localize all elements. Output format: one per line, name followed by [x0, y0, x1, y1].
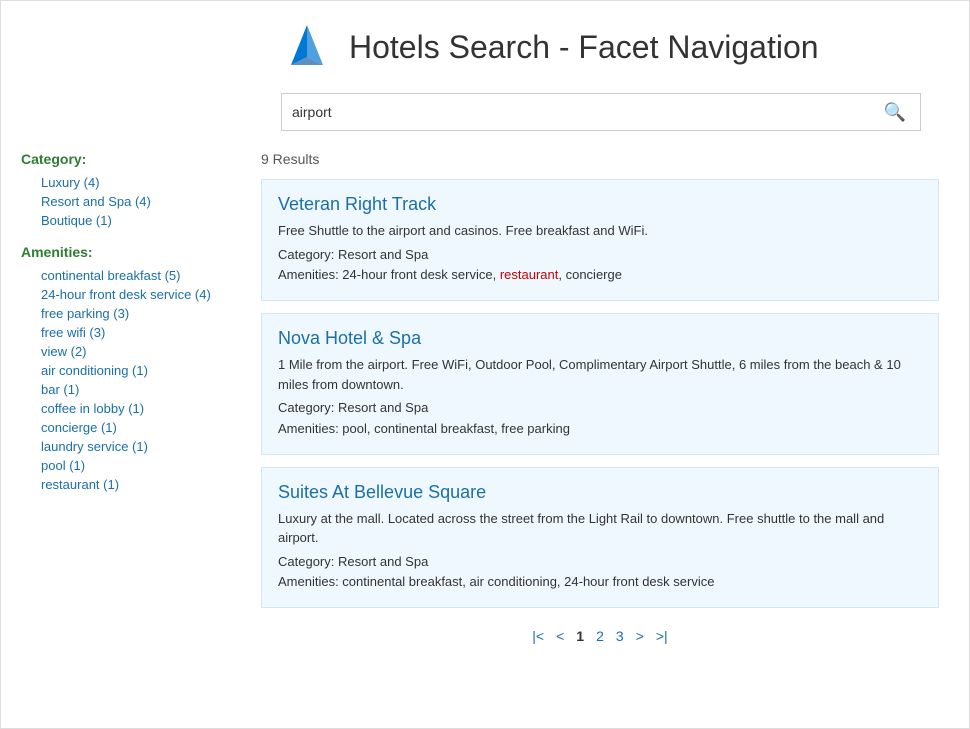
pagination-prev[interactable]: < [556, 628, 564, 644]
pagination-page-3[interactable]: 3 [616, 628, 624, 644]
pagination-page-2[interactable]: 2 [596, 628, 604, 644]
page-container: Hotels Search - Facet Navigation 🔍 Categ… [0, 0, 970, 729]
category-label: Category: [21, 151, 241, 167]
result-amenities-2: Amenities: pool, continental breakfast, … [278, 419, 922, 440]
facet-laundry[interactable]: laundry service (1) [21, 439, 241, 454]
category-section: Category: Luxury (4) Resort and Spa (4) … [21, 151, 241, 228]
result-item: Nova Hotel & Spa 1 Mile from the airport… [261, 313, 939, 455]
facet-pool[interactable]: pool (1) [21, 458, 241, 473]
results-count: 9 Results [261, 151, 939, 167]
facet-concierge[interactable]: concierge (1) [21, 420, 241, 435]
logo-icon [281, 21, 333, 73]
pagination-page-1: 1 [576, 628, 584, 644]
result-amenities-3: Amenities: continental breakfast, air co… [278, 572, 922, 593]
search-area: 🔍 [21, 93, 939, 131]
facet-resort-spa[interactable]: Resort and Spa (4) [21, 194, 241, 209]
result-category-3: Category: Resort and Spa [278, 552, 922, 573]
pagination: |< < 1 2 3 > >| [261, 628, 939, 644]
facet-bar[interactable]: bar (1) [21, 382, 241, 397]
facet-free-wifi[interactable]: free wifi (3) [21, 325, 241, 340]
result-category-2: Category: Resort and Spa [278, 398, 922, 419]
facet-coffee-lobby[interactable]: coffee in lobby (1) [21, 401, 241, 416]
result-desc-1: Free Shuttle to the airport and casinos.… [278, 221, 922, 241]
highlight-restaurant: restaurant [500, 267, 559, 282]
page-title: Hotels Search - Facet Navigation [349, 29, 819, 66]
result-desc-2: 1 Mile from the airport. Free WiFi, Outd… [278, 355, 922, 394]
header: Hotels Search - Facet Navigation [21, 21, 939, 73]
amenities-label: Amenities: [21, 244, 241, 260]
result-category-1: Category: Resort and Spa [278, 245, 922, 266]
result-title-3[interactable]: Suites At Bellevue Square [278, 482, 922, 503]
facet-24hr-front-desk[interactable]: 24-hour front desk service (4) [21, 287, 241, 302]
search-box: 🔍 [281, 93, 921, 131]
facet-air-conditioning[interactable]: air conditioning (1) [21, 363, 241, 378]
result-item: Suites At Bellevue Square Luxury at the … [261, 467, 939, 609]
facet-boutique[interactable]: Boutique (1) [21, 213, 241, 228]
result-item: Veteran Right Track Free Shuttle to the … [261, 179, 939, 301]
search-button[interactable]: 🔍 [880, 102, 910, 123]
facet-free-parking[interactable]: free parking (3) [21, 306, 241, 321]
result-title-1[interactable]: Veteran Right Track [278, 194, 922, 215]
results-area: 9 Results Veteran Right Track Free Shutt… [261, 151, 939, 644]
search-input[interactable] [292, 104, 880, 120]
sidebar: Category: Luxury (4) Resort and Spa (4) … [21, 151, 261, 644]
facet-view[interactable]: view (2) [21, 344, 241, 359]
amenities-section: Amenities: continental breakfast (5) 24-… [21, 244, 241, 492]
pagination-last[interactable]: >| [656, 628, 668, 644]
result-amenities-1: Amenities: 24-hour front desk service, r… [278, 265, 922, 286]
result-desc-3: Luxury at the mall. Located across the s… [278, 509, 922, 548]
result-title-2[interactable]: Nova Hotel & Spa [278, 328, 922, 349]
pagination-first[interactable]: |< [532, 628, 544, 644]
facet-continental-breakfast[interactable]: continental breakfast (5) [21, 268, 241, 283]
pagination-next[interactable]: > [636, 628, 644, 644]
facet-restaurant[interactable]: restaurant (1) [21, 477, 241, 492]
facet-luxury[interactable]: Luxury (4) [21, 175, 241, 190]
main-layout: Category: Luxury (4) Resort and Spa (4) … [21, 151, 939, 644]
